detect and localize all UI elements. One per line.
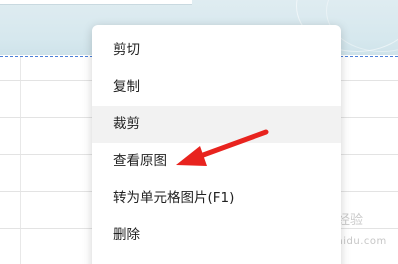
column-divider	[20, 57, 21, 264]
spreadsheet-window: 经验 jingyan.baidu.com 剪切 复制 裁剪 查看原图 转为单元格…	[0, 0, 398, 264]
context-menu: 剪切 复制 裁剪 查看原图 转为单元格图片(F1) 删除	[92, 25, 341, 264]
menu-item-delete[interactable]: 删除	[92, 217, 341, 254]
menu-item-crop[interactable]: 裁剪	[92, 106, 341, 143]
menu-item-convert-to-cell-image[interactable]: 转为单元格图片(F1)	[92, 180, 341, 217]
menu-item-copy[interactable]: 复制	[92, 69, 341, 106]
menu-item-cut[interactable]: 剪切	[92, 32, 341, 69]
formula-input[interactable]	[0, 0, 192, 5]
menu-item-view-original[interactable]: 查看原图	[92, 143, 341, 180]
